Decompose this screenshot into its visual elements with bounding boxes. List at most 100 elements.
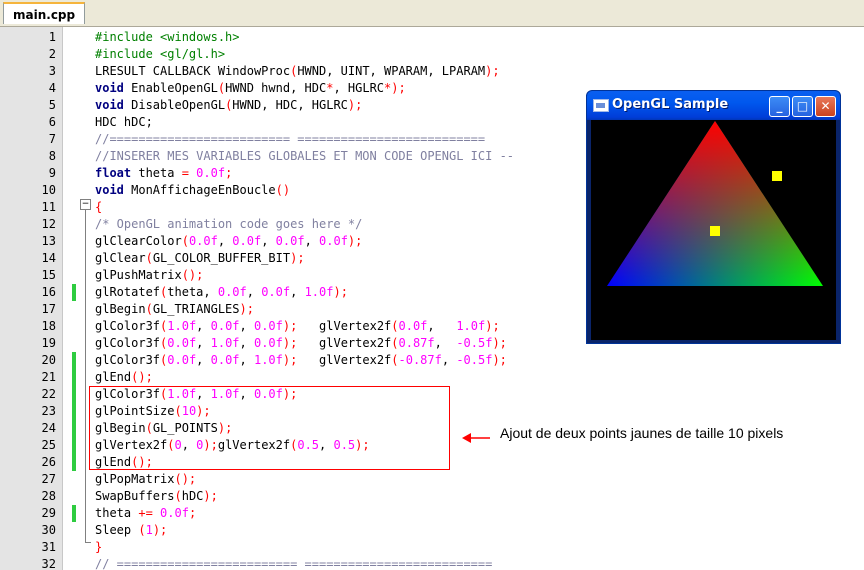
- code-line[interactable]: //INSERER MES VARIABLES GLOBALES ET MON …: [95, 148, 514, 165]
- line-number: 15: [41, 268, 56, 282]
- code-token: MonAffichageEnBoucle: [123, 183, 276, 197]
- code-line[interactable]: glEnd();: [95, 369, 153, 386]
- code-token: );: [282, 319, 298, 333]
- code-line[interactable]: theta += 0.0f;: [95, 505, 196, 522]
- code-token: 0.87f: [398, 336, 435, 350]
- code-token: );: [492, 353, 507, 367]
- code-line[interactable]: void DisableOpenGL(HWND, HDC, HGLRC);: [95, 97, 362, 114]
- code-line[interactable]: glClear(GL_COLOR_BUFFER_BIT);: [95, 250, 305, 267]
- code-token: glPopMatrix: [95, 472, 175, 486]
- code-token: // ========================= ===========…: [95, 557, 493, 570]
- change-marker: [72, 454, 76, 471]
- code-token: ();: [174, 472, 197, 486]
- code-token: #include <gl/gl.h>: [95, 47, 226, 61]
- minimize-button[interactable]: _: [769, 96, 790, 117]
- window-titlebar[interactable]: OpenGL Sample _ □ ✕: [587, 91, 840, 120]
- code-token: +=: [138, 506, 153, 520]
- code-token: glVertex2f: [297, 336, 392, 350]
- code-line[interactable]: glPushMatrix();: [95, 267, 203, 284]
- fold-end: [85, 542, 91, 543]
- line-number: 8: [48, 149, 56, 163]
- code-line[interactable]: void EnableOpenGL(HWND hwnd, HDC*, HGLRC…: [95, 80, 406, 97]
- code-line[interactable]: void MonAffichageEnBoucle(): [95, 182, 290, 199]
- code-token: 0.0f: [232, 234, 262, 248]
- code-token: 1.0f: [304, 285, 334, 299]
- line-number: 24: [41, 421, 56, 435]
- code-line[interactable]: glColor3f(0.0f, 0.0f, 1.0f); glVertex2f(…: [95, 352, 507, 369]
- code-line[interactable]: glBegin(GL_TRIANGLES);: [95, 301, 254, 318]
- arrow-left-icon: [462, 433, 490, 443]
- code-token: (: [181, 234, 189, 248]
- code-token: 0.0f: [398, 319, 428, 333]
- code-line[interactable]: Sleep (1);: [95, 522, 167, 539]
- close-button[interactable]: ✕: [815, 96, 836, 117]
- code-token: ();: [181, 268, 204, 282]
- code-token: glVertex2f: [297, 319, 392, 333]
- code-line[interactable]: glPopMatrix();: [95, 471, 196, 488]
- line-number: 13: [41, 234, 56, 248]
- code-line[interactable]: /* OpenGL animation code goes here */: [95, 216, 362, 233]
- line-number: 23: [41, 404, 56, 418]
- code-token: ,: [196, 353, 211, 367]
- line-number: 19: [41, 336, 56, 350]
- code-token: HDC hDC;: [95, 115, 153, 129]
- change-marker: [72, 437, 76, 454]
- tab-main-cpp[interactable]: main.cpp: [3, 2, 86, 24]
- code-token: HWND hwnd, HDC: [225, 81, 327, 95]
- code-line[interactable]: glColor3f(1.0f, 0.0f, 0.0f); glVertex2f(…: [95, 318, 500, 335]
- code-line[interactable]: #include <windows.h>: [95, 29, 240, 46]
- code-token: glColor3f: [95, 353, 161, 367]
- line-number: 1: [48, 30, 56, 44]
- code-token: glClearColor: [95, 234, 182, 248]
- line-number: 16: [41, 285, 56, 299]
- code-token: (: [391, 336, 399, 350]
- opengl-canvas: [591, 120, 836, 340]
- yellow-point-upper-right: [772, 171, 783, 181]
- code-token: GL_TRIANGLES: [152, 302, 240, 316]
- code-token: 1: [145, 523, 153, 537]
- code-line[interactable]: #include <gl/gl.h>: [95, 46, 225, 63]
- line-number: 28: [41, 489, 56, 503]
- code-token: }: [95, 540, 103, 554]
- code-token: EnableOpenGL: [123, 81, 218, 95]
- code-line[interactable]: glClearColor(0.0f, 0.0f, 0.0f, 0.0f);: [95, 233, 362, 250]
- code-line[interactable]: // ========================= ===========…: [95, 556, 492, 570]
- code-token: (): [275, 183, 291, 197]
- code-token: glVertex2f: [297, 353, 392, 367]
- code-token: ,: [427, 319, 457, 333]
- code-line[interactable]: LRESULT CALLBACK WindowProc(HWND, UINT, …: [95, 63, 500, 80]
- code-token: 1.0f: [253, 353, 283, 367]
- code-line[interactable]: {: [95, 199, 102, 216]
- code-token: , HGLRC: [333, 81, 385, 95]
- code-line[interactable]: //========================= ============…: [95, 131, 485, 148]
- code-line[interactable]: glRotatef(theta, 0.0f, 0.0f, 1.0f);: [95, 284, 348, 301]
- code-token: -0.5f: [456, 353, 493, 367]
- code-token: ;: [225, 166, 233, 180]
- opengl-sample-window[interactable]: OpenGL Sample _ □ ✕: [586, 90, 841, 344]
- code-token: );: [152, 523, 168, 537]
- code-token: float: [95, 166, 132, 180]
- code-token: ;: [188, 506, 197, 520]
- code-line[interactable]: SwapBuffers(hDC);: [95, 488, 218, 505]
- code-line[interactable]: glColor3f(0.0f, 1.0f, 0.0f); glVertex2f(…: [95, 335, 507, 352]
- code-token: (: [174, 489, 182, 503]
- code-token: void: [95, 98, 124, 112]
- code-token: );: [239, 302, 254, 316]
- maximize-button[interactable]: □: [792, 96, 813, 117]
- code-token: /* OpenGL animation code goes here */: [95, 217, 363, 231]
- fold-toggle-icon[interactable]: −: [80, 199, 91, 210]
- code-token: void: [95, 183, 124, 197]
- yellow-point-origin: [710, 226, 720, 236]
- code-token: 0.0f: [160, 506, 189, 520]
- code-token: );: [347, 98, 363, 112]
- code-token: -0.87f: [398, 353, 442, 367]
- line-number: 10: [41, 183, 56, 197]
- line-number: 12: [41, 217, 56, 231]
- code-line[interactable]: }: [95, 539, 102, 556]
- code-token: ,: [196, 336, 211, 350]
- line-number: 5: [48, 98, 56, 112]
- code-line[interactable]: float theta = 0.0f;: [95, 165, 232, 182]
- code-token: );: [282, 336, 298, 350]
- code-token: DisableOpenGL: [123, 98, 226, 112]
- code-line[interactable]: HDC hDC;: [95, 114, 153, 131]
